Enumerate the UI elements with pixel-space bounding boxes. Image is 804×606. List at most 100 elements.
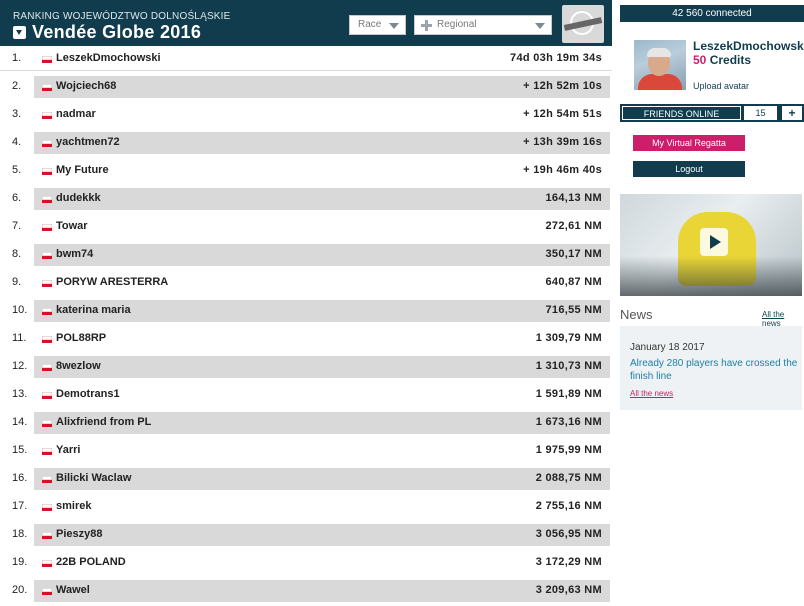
ranking-row-body[interactable]: My Future + 19h 46m 40s [34,160,610,182]
player-name[interactable]: Towar [56,220,88,232]
ranking-subtitle: RANKING WOJEWÓDZTWO DOLNOŚLĄSKIE [13,11,231,22]
rank-number: 20. [12,584,28,596]
player-name[interactable]: Alixfriend from PL [56,416,151,428]
player-name[interactable]: nadmar [56,108,96,120]
player-name[interactable]: bwm74 [56,248,93,260]
ranking-row-body[interactable]: bwm74 350,17 NM [34,244,610,266]
player-name[interactable]: smirek [56,500,91,512]
ranking-row[interactable]: 4. yachtmen72 + 13h 39m 16s [0,132,612,154]
ranking-row[interactable]: 18. Pieszy88 3 056,95 NM [0,524,612,546]
player-name[interactable]: yachtmen72 [56,136,120,148]
player-name[interactable]: My Future [56,164,109,176]
ranking-row[interactable]: 10. katerina maria 716,55 NM [0,300,612,322]
ranking-row-body[interactable]: 8wezlow 1 310,73 NM [34,356,610,378]
rank-number: 2. [12,80,22,92]
ranking-row-body[interactable]: LeszekDmochowski 74d 03h 19m 34s [34,48,610,70]
player-name[interactable]: 8wezlow [56,360,101,372]
player-name[interactable]: dudekkk [56,192,101,204]
chevron-down-icon [535,23,545,29]
player-name[interactable]: Bilicki Waclaw [56,472,131,484]
player-name[interactable]: Wojciech68 [56,80,116,92]
all-news-link-secondary[interactable]: All the news [630,389,673,398]
ranking-row-body[interactable]: Demotrans1 1 591,89 NM [34,384,610,406]
rank-number: 5. [12,164,22,176]
triangle-down-icon[interactable] [13,26,26,39]
news-heading: News [620,307,653,322]
ranking-row[interactable]: 1. LeszekDmochowski 74d 03h 19m 34s [0,48,612,71]
player-result: 1 591,89 NM [535,388,602,400]
poland-flag-icon [42,140,52,147]
ranking-row[interactable]: 20. Wawel 3 209,63 NM [0,580,612,602]
race-select-value: Race [358,19,382,30]
player-name[interactable]: Pieszy88 [56,528,102,540]
ranking-row-body[interactable]: dudekkk 164,13 NM [34,188,610,210]
poland-flag-icon [42,588,52,595]
poland-flag-icon [42,336,52,343]
rank-number: 6. [12,192,22,204]
ranking-row[interactable]: 12. 8wezlow 1 310,73 NM [0,356,612,378]
username[interactable]: LeszekDmochowski [693,39,804,53]
rank-number: 8. [12,248,22,260]
player-result: 2 755,16 NM [535,500,602,512]
ranking-row[interactable]: 17. smirek 2 755,16 NM [0,496,612,518]
ranking-row-body[interactable]: Towar 272,61 NM [34,216,610,238]
friends-online-button[interactable]: FRIENDS ONLINE [622,106,741,120]
news-item-link[interactable]: Already 280 players have crossed the fin… [630,357,800,383]
player-result: 350,17 NM [545,248,602,260]
ranking-row[interactable]: 16. Bilicki Waclaw 2 088,75 NM [0,468,612,490]
ranking-row-body[interactable]: Bilicki Waclaw 2 088,75 NM [34,468,610,490]
poland-flag-icon [42,252,52,259]
avatar[interactable] [634,40,686,90]
race-title[interactable]: Vendée Globe 2016 [13,22,201,43]
ranking-row-body[interactable]: PORYW ARESTERRA 640,87 NM [34,272,610,294]
poland-flag-icon [42,364,52,371]
ranking-row[interactable]: 14. Alixfriend from PL 1 673,16 NM [0,412,612,434]
player-result: 1 975,99 NM [535,444,602,456]
player-name[interactable]: POL88RP [56,332,106,344]
ranking-row-body[interactable]: POL88RP 1 309,79 NM [34,328,610,350]
ranking-row[interactable]: 6. dudekkk 164,13 NM [0,188,612,210]
add-friend-button[interactable]: + [782,106,802,120]
player-name[interactable]: Wawel [56,584,90,596]
ranking-row-body[interactable]: Wojciech68 + 12h 52m 10s [34,76,610,98]
ranking-row[interactable]: 8. bwm74 350,17 NM [0,244,612,266]
rank-number: 10. [12,304,28,316]
credits: 50 Credits [693,53,751,67]
ranking-row-body[interactable]: Yarri 1 975,99 NM [34,440,610,462]
poland-flag-icon [42,112,52,119]
play-icon[interactable] [700,228,728,256]
player-name[interactable]: PORYW ARESTERRA [56,276,168,288]
player-name[interactable]: katerina maria [56,304,131,316]
ranking-row-body[interactable]: katerina maria 716,55 NM [34,300,610,322]
region-select[interactable]: Regional [414,15,552,35]
player-name[interactable]: Demotrans1 [56,388,120,400]
logout-button[interactable]: Logout [633,161,745,177]
rank-number: 19. [12,556,28,568]
ranking-row[interactable]: 13. Demotrans1 1 591,89 NM [0,384,612,406]
ranking-row-body[interactable]: 22B POLAND 3 172,29 NM [34,552,610,574]
player-result: 1 673,16 NM [535,416,602,428]
ranking-row[interactable]: 7. Towar 272,61 NM [0,216,612,238]
player-name[interactable]: 22B POLAND [56,556,126,568]
upload-avatar-link[interactable]: Upload avatar [693,81,749,91]
my-virtual-regatta-button[interactable]: My Virtual Regatta [633,135,745,151]
player-result: 2 088,75 NM [535,472,602,484]
ranking-row[interactable]: 5. My Future + 19h 46m 40s [0,160,612,182]
ranking-row[interactable]: 2. Wojciech68 + 12h 52m 10s [0,76,612,98]
player-name[interactable]: LeszekDmochowski [56,52,161,64]
ranking-row-body[interactable]: yachtmen72 + 13h 39m 16s [34,132,610,154]
ranking-row[interactable]: 11. POL88RP 1 309,79 NM [0,328,612,350]
ranking-row-body[interactable]: smirek 2 755,16 NM [34,496,610,518]
race-select[interactable]: Race [349,15,406,35]
ranking-row-body[interactable]: Pieszy88 3 056,95 NM [34,524,610,546]
ranking-row[interactable]: 19. 22B POLAND 3 172,29 NM [0,552,612,574]
ranking-row[interactable]: 9. PORYW ARESTERRA 640,87 NM [0,272,612,294]
ranking-row-body[interactable]: Alixfriend from PL 1 673,16 NM [34,412,610,434]
player-result: 3 056,95 NM [535,528,602,540]
ranking-row[interactable]: 15. Yarri 1 975,99 NM [0,440,612,462]
ranking-row-body[interactable]: nadmar + 12h 54m 51s [34,104,610,126]
video-thumbnail[interactable] [620,194,802,296]
ranking-row-body[interactable]: Wawel 3 209,63 NM [34,580,610,602]
player-name[interactable]: Yarri [56,444,80,456]
ranking-row[interactable]: 3. nadmar + 12h 54m 51s [0,104,612,126]
